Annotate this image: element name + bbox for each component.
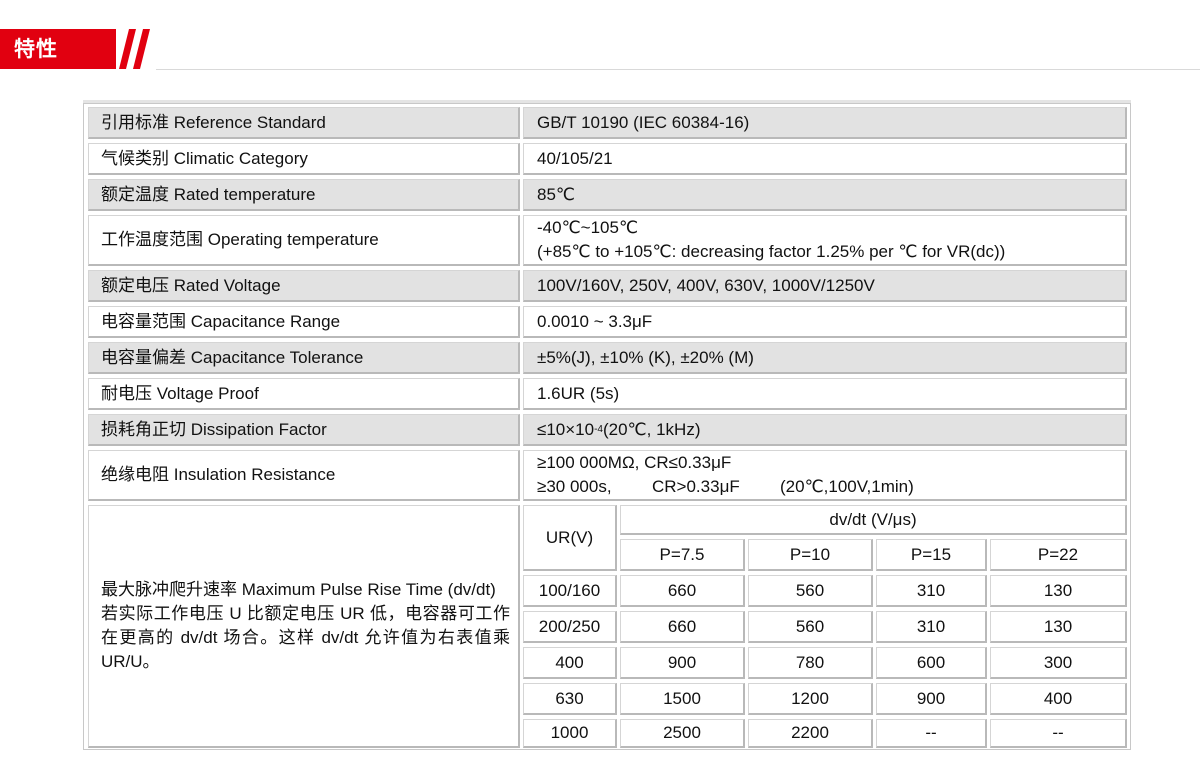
ur-cell: 630 xyxy=(523,683,617,715)
dvdt-cell: 2500 xyxy=(620,719,745,748)
value-text: ≤10×10 xyxy=(537,419,595,439)
dvdt-cell: 1200 xyxy=(748,683,873,715)
spec-label: 耐电压 Voltage Proof xyxy=(88,378,520,410)
spec-label: 额定电压 Rated Voltage xyxy=(88,270,520,302)
dvdt-cell: 660 xyxy=(620,575,745,607)
dvdt-cell: -- xyxy=(990,719,1127,748)
spec-value: 85℃ xyxy=(523,179,1127,211)
spec-value: ±5%(J), ±10% (K), ±20% (M) xyxy=(523,342,1127,374)
dvdt-cell: 560 xyxy=(748,611,873,643)
spec-label: 电容量范围 Capacitance Range xyxy=(88,306,520,338)
dvdt-cell: 400 xyxy=(990,683,1127,715)
pulse-title: 最大脉冲爬升速率 Maximum Pulse Rise Time (dv/dt) xyxy=(101,580,496,599)
dvdt-cell: 310 xyxy=(876,611,987,643)
dvdt-cell: 300 xyxy=(990,647,1127,679)
dvdt-cell: 130 xyxy=(990,575,1127,607)
spec-label: 引用标准 Reference Standard xyxy=(88,107,520,139)
col-header-p: P=10 xyxy=(748,539,873,571)
header-divider xyxy=(156,69,1200,70)
pulse-description-text: 最大脉冲爬升速率 Maximum Pulse Rise Time (dv/dt)… xyxy=(101,578,510,674)
spec-label: 电容量偏差 Capacitance Tolerance xyxy=(88,342,520,374)
spec-value: 100V/160V, 250V, 400V, 630V, 1000V/1250V xyxy=(523,270,1127,302)
dvdt-cell: -- xyxy=(876,719,987,748)
spec-label: 气候类别 Climatic Category xyxy=(88,143,520,175)
pulse-description: 最大脉冲爬升速率 Maximum Pulse Rise Time (dv/dt)… xyxy=(88,505,520,748)
ur-cell: 1000 xyxy=(523,719,617,748)
value-text: ≥30 000s, xyxy=(537,477,612,496)
dvdt-cell: 310 xyxy=(876,575,987,607)
col-header-p: P=15 xyxy=(876,539,987,571)
spec-label: 额定温度 Rated temperature xyxy=(88,179,520,211)
header-stripe xyxy=(133,29,150,69)
ur-cell: 100/160 xyxy=(523,575,617,607)
dvdt-cell: 900 xyxy=(876,683,987,715)
dvdt-cell: 780 xyxy=(748,647,873,679)
dvdt-cell: 1500 xyxy=(620,683,745,715)
spec-value: ≤10×10 -4 (20℃, 1kHz) xyxy=(523,414,1127,446)
dvdt-cell: 900 xyxy=(620,647,745,679)
dvdt-cell: 2200 xyxy=(748,719,873,748)
dvdt-cell: 130 xyxy=(990,611,1127,643)
value-text: (20℃,100V,1min) xyxy=(780,477,914,496)
dvdt-cell: 560 xyxy=(748,575,873,607)
col-header-p: P=7.5 xyxy=(620,539,745,571)
spec-value-line: (+85℃ to +105℃: decreasing factor 1.25% … xyxy=(537,242,1006,261)
col-header-dvdt: dv/dt (V/μs) xyxy=(620,505,1127,535)
pulse-note: 若实际工作电压 U 比额定电压 UR 低，电容器可工作在更高的 dv/dt 场合… xyxy=(101,604,510,671)
spec-value: ≥100 000MΩ, CR≤0.33μF ≥30 000s, CR>0.33μF… xyxy=(523,450,1127,501)
spec-value-line: -40℃~105℃ xyxy=(537,218,639,237)
dvdt-cell: 660 xyxy=(620,611,745,643)
spec-value: -40℃~105℃ (+85℃ to +105℃: decreasing fac… xyxy=(523,215,1127,266)
ur-cell: 400 xyxy=(523,647,617,679)
spec-label: 绝缘电阻 Insulation Resistance xyxy=(88,450,520,501)
section-title: 特性 xyxy=(14,37,58,61)
spec-value: 40/105/21 xyxy=(523,143,1127,175)
value-text: (20℃, 1kHz) xyxy=(602,419,701,439)
spec-label: 损耗角正切 Dissipation Factor xyxy=(88,414,520,446)
spec-value: GB/T 10190 (IEC 60384-16) xyxy=(523,107,1127,139)
ur-cell: 200/250 xyxy=(523,611,617,643)
dvdt-cell: 600 xyxy=(876,647,987,679)
value-text: CR>0.33μF xyxy=(652,477,740,496)
spec-value-line: ≥100 000MΩ, CR≤0.33μF xyxy=(537,453,732,472)
spec-value-line: ≥30 000s, CR>0.33μF (20℃,100V,1min) xyxy=(537,475,914,499)
spec-value: 0.0010 ~ 3.3μF xyxy=(523,306,1127,338)
spec-value: 1.6UR (5s) xyxy=(523,378,1127,410)
col-header-ur: UR(V) xyxy=(523,505,617,571)
spec-label: 工作温度范围 Operating temperature xyxy=(88,215,520,266)
col-header-p: P=22 xyxy=(990,539,1127,571)
